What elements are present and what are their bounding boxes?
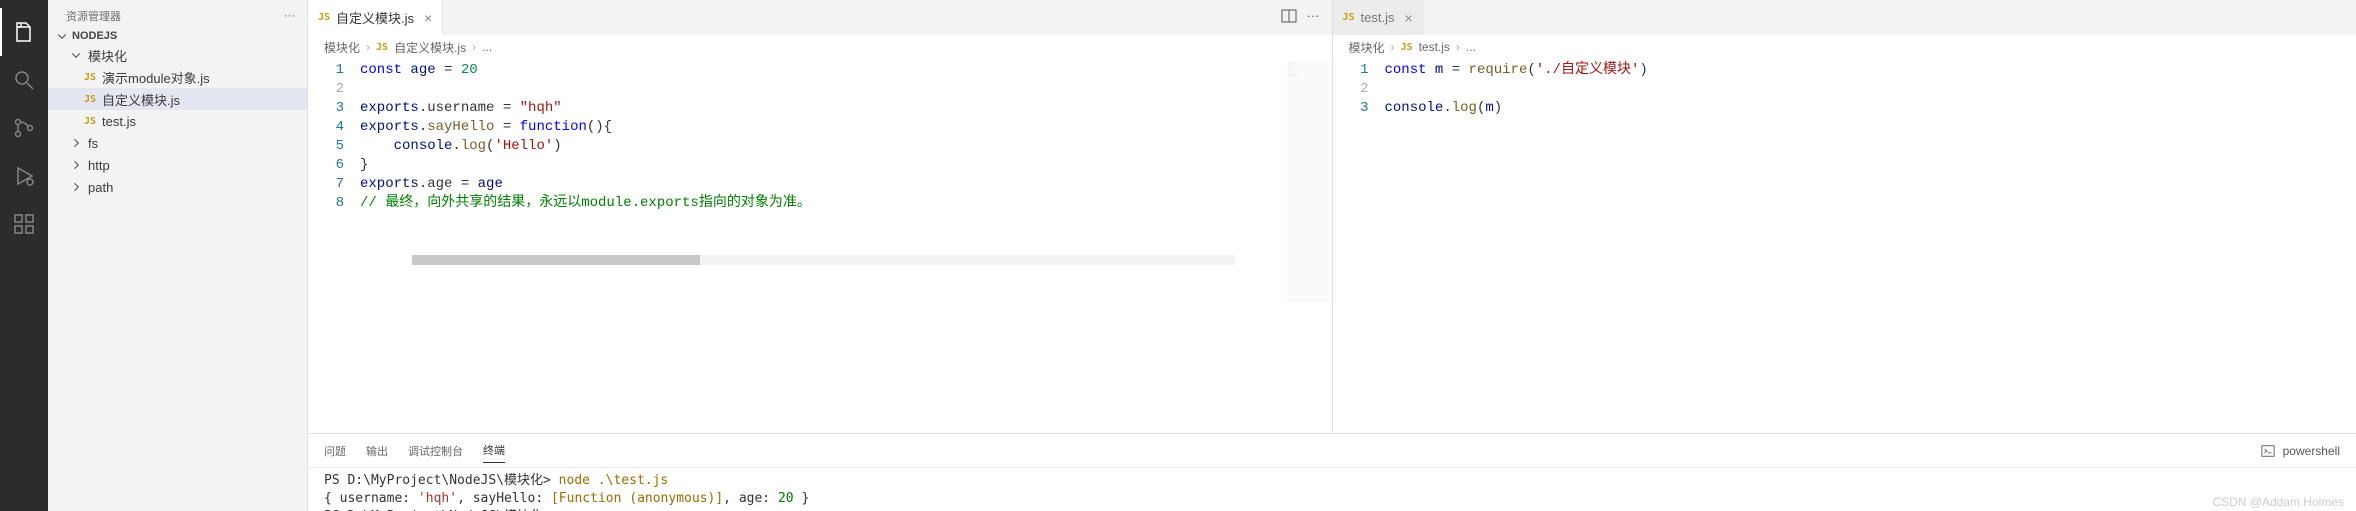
js-file-icon: JS bbox=[84, 94, 96, 105]
line-gutter: 12345678 bbox=[308, 61, 360, 303]
activity-extensions-icon[interactable] bbox=[0, 200, 48, 248]
close-icon[interactable]: × bbox=[1405, 10, 1413, 26]
shell-label[interactable]: powershell bbox=[2283, 444, 2340, 458]
explorer-sidebar: 资源管理器 ··· NODEJS 模块化 JS 演示module对象.js JS… bbox=[48, 0, 308, 511]
terminal-icon bbox=[2261, 444, 2275, 458]
folder-item[interactable]: 模块化 bbox=[48, 44, 307, 66]
scrollbar-thumb[interactable] bbox=[412, 255, 700, 265]
chevron-right-icon: › bbox=[472, 40, 476, 54]
activity-files-icon[interactable] bbox=[0, 8, 48, 56]
panel-tab-output[interactable]: 输出 bbox=[366, 439, 388, 463]
chevron-right-icon: › bbox=[1456, 40, 1460, 54]
horizontal-scrollbar[interactable] bbox=[412, 255, 1235, 265]
code-editor[interactable]: 12345678 const age = 20 exports.username… bbox=[308, 59, 1332, 303]
folder-item-collapsed[interactable]: path bbox=[48, 176, 307, 198]
js-file-icon: JS bbox=[84, 72, 96, 83]
breadcrumb-item[interactable]: ... bbox=[1466, 40, 1476, 54]
chevron-right-icon bbox=[70, 159, 82, 171]
folder-label: 模块化 bbox=[88, 46, 127, 65]
folder-item-collapsed[interactable]: fs bbox=[48, 132, 307, 154]
activity-bar bbox=[0, 0, 48, 511]
editor-area: JS 自定义模块.js × ··· 模块化 › JS 自定义模块.js › ..… bbox=[308, 0, 2356, 511]
split-editor-icon[interactable] bbox=[1281, 8, 1297, 27]
chevron-down-icon bbox=[70, 49, 82, 61]
panel-tab-debug[interactable]: 调试控制台 bbox=[408, 439, 463, 463]
terminal-body[interactable]: PS D:\MyProject\NodeJS\模块化> node .\test.… bbox=[308, 468, 2356, 511]
editor-tab[interactable]: JS test.js × bbox=[1333, 0, 1424, 35]
code-lines[interactable]: const age = 20 exports.username = "hqh"e… bbox=[360, 61, 1287, 303]
tab-actions: ··· bbox=[1281, 8, 1332, 27]
panel-tab-terminal[interactable]: 终端 bbox=[483, 438, 505, 463]
project-name: NODEJS bbox=[72, 30, 117, 42]
breadcrumb-item[interactable]: 模块化 bbox=[324, 39, 360, 56]
js-file-icon: JS bbox=[84, 116, 96, 127]
editor-tab[interactable]: JS 自定义模块.js × bbox=[308, 0, 443, 35]
minimap[interactable]: ▬▬▬▬▬▬▬▬▬▬▬▬▬▬▬▬▬▬▬▬▬▬▬▬▬▬ bbox=[1287, 61, 1332, 303]
tab-title: 自定义模块.js bbox=[336, 8, 414, 27]
file-label: 自定义模块.js bbox=[102, 90, 180, 109]
js-file-icon: JS bbox=[376, 42, 388, 53]
panel-actions: powershell bbox=[2261, 444, 2340, 458]
chevron-down-icon bbox=[56, 30, 68, 42]
chevron-right-icon bbox=[70, 181, 82, 193]
editor-pane-left: JS 自定义模块.js × ··· 模块化 › JS 自定义模块.js › ..… bbox=[308, 0, 1333, 433]
chevron-right-icon: › bbox=[366, 40, 370, 54]
code-editor[interactable]: 123 const m = require('./自定义模块') console… bbox=[1333, 59, 2356, 118]
code-lines[interactable]: const m = require('./自定义模块') console.log… bbox=[1385, 61, 2356, 118]
line-gutter: 123 bbox=[1333, 61, 1385, 118]
sidebar-header: 资源管理器 ··· bbox=[48, 0, 307, 28]
panel-tabs: 问题 输出 调试控制台 终端 powershell bbox=[308, 434, 2356, 468]
tabs-row: JS test.js × bbox=[1333, 0, 2356, 35]
more-icon[interactable]: ··· bbox=[1307, 8, 1320, 27]
panel-tab-problems[interactable]: 问题 bbox=[324, 439, 346, 463]
tabs-row: JS 自定义模块.js × ··· bbox=[308, 0, 1332, 35]
folder-item-collapsed[interactable]: http bbox=[48, 154, 307, 176]
file-label: test.js bbox=[102, 114, 136, 129]
project-root[interactable]: NODEJS bbox=[48, 28, 307, 44]
sidebar-title: 资源管理器 bbox=[66, 8, 121, 24]
chevron-right-icon bbox=[70, 137, 82, 149]
breadcrumb[interactable]: 模块化 › JS 自定义模块.js › ... bbox=[308, 35, 1332, 59]
folder-label: fs bbox=[88, 136, 98, 151]
breadcrumb-item[interactable]: ... bbox=[482, 40, 492, 54]
sidebar-more-icon[interactable]: ··· bbox=[284, 10, 295, 22]
js-file-icon: JS bbox=[1401, 42, 1413, 53]
breadcrumb[interactable]: 模块化 › JS test.js › ... bbox=[1333, 35, 2356, 59]
terminal-line: PS D:\MyProject\NodeJS\模块化> node .\test.… bbox=[324, 472, 2340, 490]
file-label: 演示module对象.js bbox=[102, 68, 210, 87]
editor-pane-right: JS test.js × 模块化 › JS test.js › ... 123 … bbox=[1333, 0, 2356, 433]
chevron-right-icon: › bbox=[1391, 40, 1395, 54]
close-icon[interactable]: × bbox=[424, 10, 432, 26]
file-item[interactable]: JS test.js bbox=[48, 110, 307, 132]
activity-run-icon[interactable] bbox=[0, 152, 48, 200]
bottom-panel: 问题 输出 调试控制台 终端 powershell PS D:\MyProjec… bbox=[308, 433, 2356, 511]
js-file-icon: JS bbox=[1343, 12, 1355, 23]
folder-label: path bbox=[88, 180, 113, 195]
activity-source-control-icon[interactable] bbox=[0, 104, 48, 152]
terminal-line: { username: 'hqh', sayHello: [Function (… bbox=[324, 490, 2340, 508]
file-item-active[interactable]: JS 自定义模块.js bbox=[48, 88, 307, 110]
editor-split: JS 自定义模块.js × ··· 模块化 › JS 自定义模块.js › ..… bbox=[308, 0, 2356, 433]
watermark: CSDN @Addam Holmes bbox=[2212, 495, 2344, 509]
folder-label: http bbox=[88, 158, 110, 173]
js-file-icon: JS bbox=[318, 12, 330, 23]
file-item[interactable]: JS 演示module对象.js bbox=[48, 66, 307, 88]
breadcrumb-item[interactable]: 模块化 bbox=[1349, 39, 1385, 56]
activity-search-icon[interactable] bbox=[0, 56, 48, 104]
tab-title: test.js bbox=[1361, 10, 1395, 25]
breadcrumb-item[interactable]: test.js bbox=[1419, 40, 1450, 54]
breadcrumb-item[interactable]: 自定义模块.js bbox=[394, 39, 466, 56]
